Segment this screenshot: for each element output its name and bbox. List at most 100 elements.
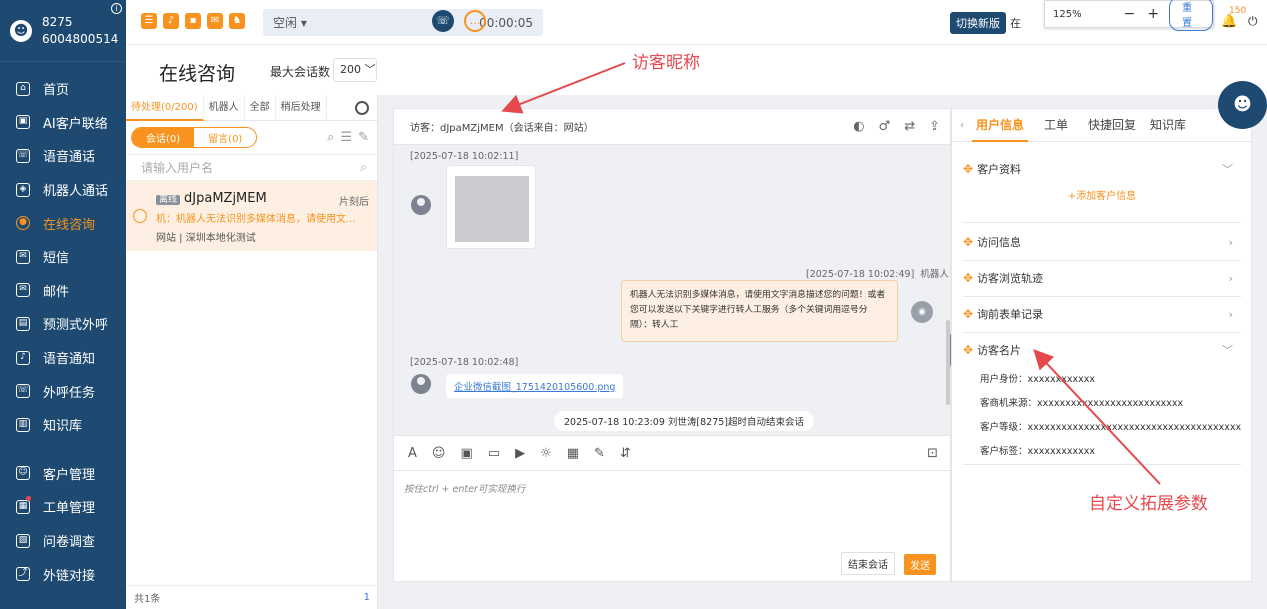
- section-header[interactable]: ✥ 客户资料 ﹀: [963, 151, 1241, 187]
- share-icon[interactable]: ⇪: [929, 119, 940, 134]
- tab-session-0[interactable]: 待处理(0/200): [126, 94, 204, 121]
- info-tabs: ‹ 用户信息 工单 快捷回复 知识库: [952, 108, 1251, 142]
- move-icon[interactable]: ✥: [963, 162, 973, 176]
- message-icon[interactable]: ▪: [185, 13, 201, 29]
- sidebar-item-3[interactable]: ◈ 机器人通话: [0, 173, 126, 207]
- robot-assistant-icon[interactable]: ☻: [1218, 81, 1267, 129]
- page-number[interactable]: 1: [364, 592, 370, 603]
- move-icon[interactable]: ✥: [963, 271, 973, 285]
- hand-icon[interactable]: ♞: [229, 13, 245, 29]
- section-header[interactable]: ✥ 访问信息 ›: [963, 224, 1241, 260]
- sidebar-item-8[interactable]: ♪ 语音通知: [0, 341, 126, 375]
- phone-icon[interactable]: ☏: [432, 10, 454, 32]
- message-scrollbar[interactable]: [946, 145, 950, 435]
- last-message: 机：机器人无法识别多媒体消息，请使用文...: [156, 214, 356, 225]
- filter-icon[interactable]: ☰: [340, 130, 352, 145]
- chevron-icon[interactable]: ›: [1229, 236, 1233, 249]
- tab-info-3[interactable]: 知识库: [1140, 109, 1196, 142]
- sidebar-item-0[interactable]: ⌂ 首页: [0, 72, 126, 106]
- card-field: 用户身份：xxxxxxxxxxxx: [980, 374, 1095, 385]
- segment-messages[interactable]: 留言(0): [194, 128, 256, 147]
- zoom-out-button[interactable]: −: [1124, 6, 1136, 22]
- search-icon[interactable]: ⌕: [327, 130, 334, 145]
- pen-icon[interactable]: ✎: [594, 446, 605, 461]
- end-session-button[interactable]: 结束会话: [841, 552, 895, 575]
- sidebar-item-label: 首页: [43, 83, 70, 99]
- section-header[interactable]: ✥ 访客名片 ﹀: [963, 332, 1241, 368]
- zoom-reset-button[interactable]: 重置: [1169, 0, 1213, 31]
- section-header[interactable]: ✥ 询前表单记录 ›: [963, 296, 1241, 332]
- move-icon[interactable]: ✥: [963, 235, 973, 249]
- sidebar-item-1[interactable]: ▣ AI客户联络: [0, 106, 126, 140]
- sidebar-item-13[interactable]: ▧ 问卷调查: [0, 524, 126, 558]
- message-input[interactable]: 按住ctrl + enter可实现换行: [404, 481, 525, 495]
- lock-icon[interactable]: ⊡: [927, 446, 938, 461]
- chevron-icon[interactable]: ›: [1229, 272, 1233, 285]
- sidebar-item-10[interactable]: ▥ 知识库: [0, 408, 126, 442]
- message-timestamp: [2025-07-18 10:02:48]: [410, 357, 519, 368]
- tab-info-2[interactable]: 快捷回复: [1084, 109, 1140, 142]
- emoji-icon[interactable]: ☺: [432, 446, 446, 461]
- chevron-icon[interactable]: ›: [1229, 308, 1233, 321]
- bell-icon[interactable]: 🔔: [1221, 14, 1237, 29]
- refresh-icon[interactable]: [355, 100, 369, 115]
- avatar[interactable]: ☻: [10, 19, 32, 42]
- add-customer-link[interactable]: +添加客户信息: [963, 187, 1241, 222]
- tab-info-1[interactable]: 工单: [1028, 109, 1084, 142]
- menu-icon[interactable]: ☰: [141, 13, 157, 29]
- format-icon[interactable]: ⇵: [620, 446, 631, 461]
- move-icon[interactable]: ✥: [963, 307, 973, 321]
- screenshot-icon[interactable]: ▦: [567, 446, 579, 461]
- history-icon[interactable]: ◐: [853, 119, 864, 134]
- volume-icon[interactable]: ♪: [163, 13, 179, 29]
- tab-session-1[interactable]: 机器人: [204, 94, 245, 121]
- video-icon[interactable]: ▶: [515, 446, 525, 461]
- send-button[interactable]: 发送: [904, 554, 936, 575]
- image-thumbnail[interactable]: [455, 176, 529, 242]
- menu-icon: ◈: [16, 182, 30, 197]
- select-radio[interactable]: [133, 209, 147, 223]
- sidebar-item-4[interactable]: ● 在线咨询: [0, 206, 126, 240]
- sidebar-item-2[interactable]: ☏ 语音通话: [0, 139, 126, 173]
- sidebar-item-12[interactable]: ▦ 工单管理: [0, 490, 126, 524]
- menu-icon: ☏: [16, 384, 30, 399]
- tab-session-2[interactable]: 全部: [245, 94, 276, 121]
- chevron-icon[interactable]: ﹀: [1222, 161, 1233, 177]
- tabs-prev-icon[interactable]: ‹: [952, 120, 972, 131]
- sidebar-item-7[interactable]: ▤ 预测式外呼: [0, 307, 126, 341]
- bulb-icon[interactable]: ☼: [540, 446, 552, 461]
- sidebar-item-5[interactable]: ✉ 短信: [0, 240, 126, 274]
- switch-version-button[interactable]: 切换新版: [950, 12, 1006, 34]
- sidebar-item-label: 工单管理: [43, 501, 96, 517]
- power-icon[interactable]: ⏻: [1248, 14, 1258, 29]
- session-list-item[interactable]: 离线 dJpaMZjMEM 片刻后 机：机器人无法识别多媒体消息，请使用文... …: [126, 181, 377, 251]
- font-icon[interactable]: A: [408, 446, 417, 461]
- sidebar-item-14[interactable]: ⤴ 外链对接: [0, 557, 126, 591]
- segment-sessions[interactable]: 会话(0): [132, 128, 195, 147]
- image-message[interactable]: [446, 165, 536, 249]
- tab-session-3[interactable]: 稍后处理: [276, 94, 327, 121]
- max-sessions-select[interactable]: 200 ﹀: [333, 58, 377, 82]
- online-status[interactable]: 在: [1010, 15, 1021, 31]
- message-area[interactable]: [2025-07-18 10:02:11] [2025-07-18 10:02:…: [394, 145, 950, 435]
- sidebar-item-11[interactable]: ☺ 客户管理: [0, 457, 126, 491]
- zoom-in-button[interactable]: +: [1147, 6, 1159, 22]
- move-icon[interactable]: ✥: [963, 343, 973, 357]
- tab-info-0[interactable]: 用户信息: [972, 108, 1028, 142]
- agent-status-select[interactable]: 空闲 ▾ 00:00:05: [263, 9, 543, 36]
- chevron-icon[interactable]: ﹀: [1222, 342, 1233, 358]
- chat-visitor-info: 访客：dJpaMZjMEM（会话来自：网站）: [410, 123, 594, 134]
- sidebar-item-6[interactable]: ✉ 邮件: [0, 274, 126, 308]
- file-link[interactable]: 企业微信截图_1751420105600.png: [446, 374, 624, 398]
- folder-icon[interactable]: ▭: [488, 446, 500, 461]
- mail-icon[interactable]: ✉: [207, 13, 223, 29]
- chat-bubble-icon[interactable]: …: [464, 10, 486, 32]
- info-icon[interactable]: i: [111, 3, 122, 14]
- transfer-icon[interactable]: ⇄: [904, 119, 915, 134]
- compose-icon[interactable]: ✎: [358, 130, 369, 145]
- user-search-input[interactable]: 请输入用户名 ⌕: [126, 155, 377, 181]
- image-icon[interactable]: ▣: [460, 446, 472, 461]
- block-user-icon[interactable]: ♂: [879, 119, 891, 134]
- section-header[interactable]: ✥ 访客浏览轨迹 ›: [963, 260, 1241, 296]
- sidebar-item-9[interactable]: ☏ 外呼任务: [0, 374, 126, 408]
